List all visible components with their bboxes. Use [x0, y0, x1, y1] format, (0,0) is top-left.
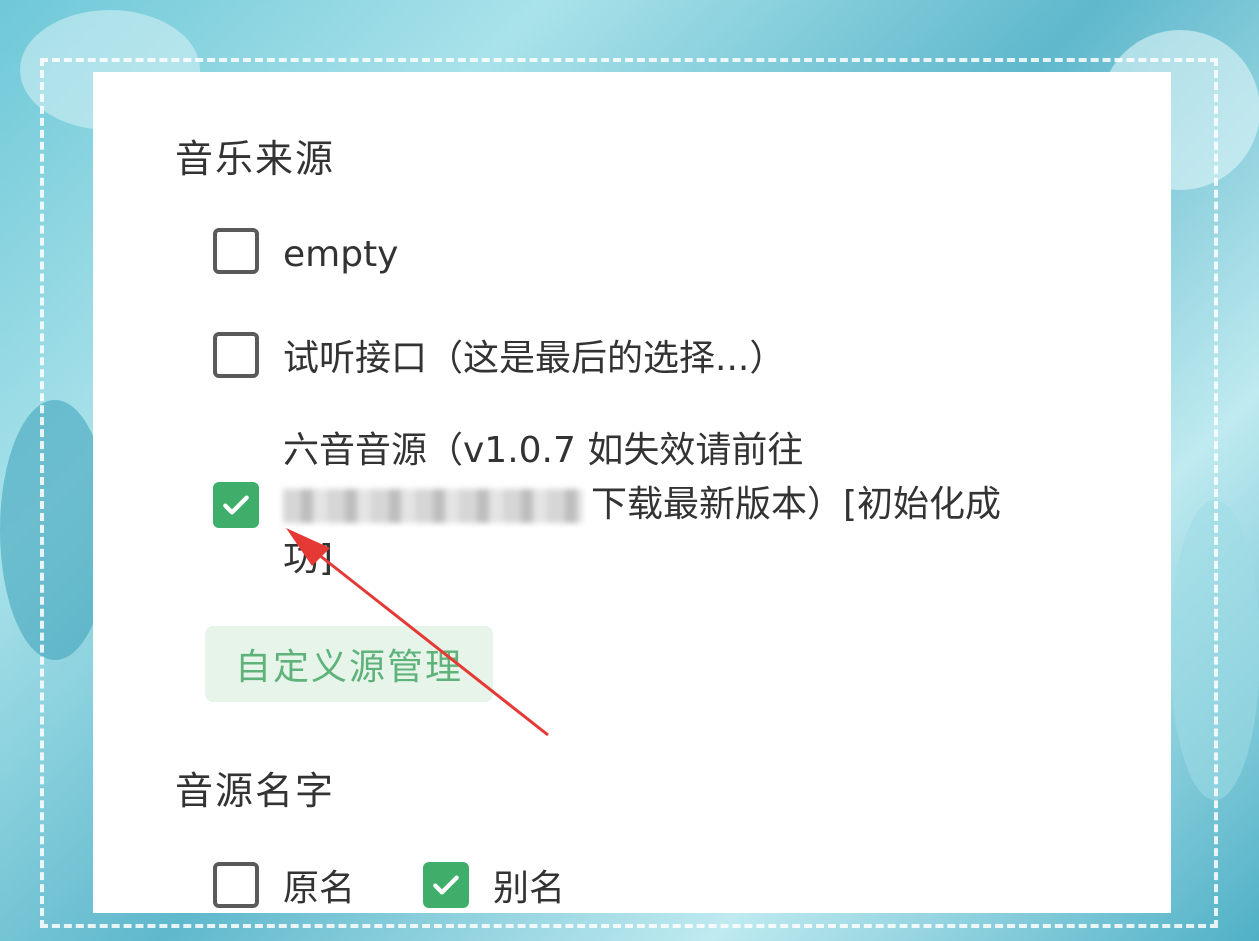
checkmark-icon [223, 495, 249, 515]
option-label: 原名 [283, 868, 356, 909]
option-label: empty [283, 234, 399, 275]
settings-card: 音乐来源 empty 试听接口（这是最后的选择...） 六音音源（v1.0.7 … [93, 72, 1171, 913]
music-source-title: 音乐来源 [175, 137, 336, 181]
option-alias[interactable]: 别名 [423, 862, 565, 916]
custom-source-manage-button[interactable]: 自定义源管理 [205, 626, 493, 702]
option-trial-api[interactable]: 试听接口（这是最后的选择...） [213, 332, 785, 386]
checkbox-unchecked[interactable] [213, 332, 259, 378]
checkmark-icon [433, 875, 459, 895]
checkbox-unchecked[interactable] [213, 862, 259, 908]
option-label: 试听接口（这是最后的选择...） [283, 338, 786, 379]
option-label: 六音音源（v1.0.7 如失效请前往 下载最新版本）[初始化成 功] [283, 430, 1002, 579]
checkbox-checked[interactable] [213, 482, 259, 528]
checkbox-checked[interactable] [423, 862, 469, 908]
option-liuyin-source[interactable]: 六音音源（v1.0.7 如失效请前往 下载最新版本）[初始化成 功] [213, 424, 1001, 586]
checkbox-unchecked[interactable] [213, 228, 259, 274]
source-name-title: 音源名字 [175, 769, 336, 813]
option-label: 别名 [493, 868, 566, 909]
option-empty[interactable]: empty [213, 228, 399, 282]
option-original-name[interactable]: 原名 [213, 862, 355, 916]
redacted-url [283, 489, 583, 523]
